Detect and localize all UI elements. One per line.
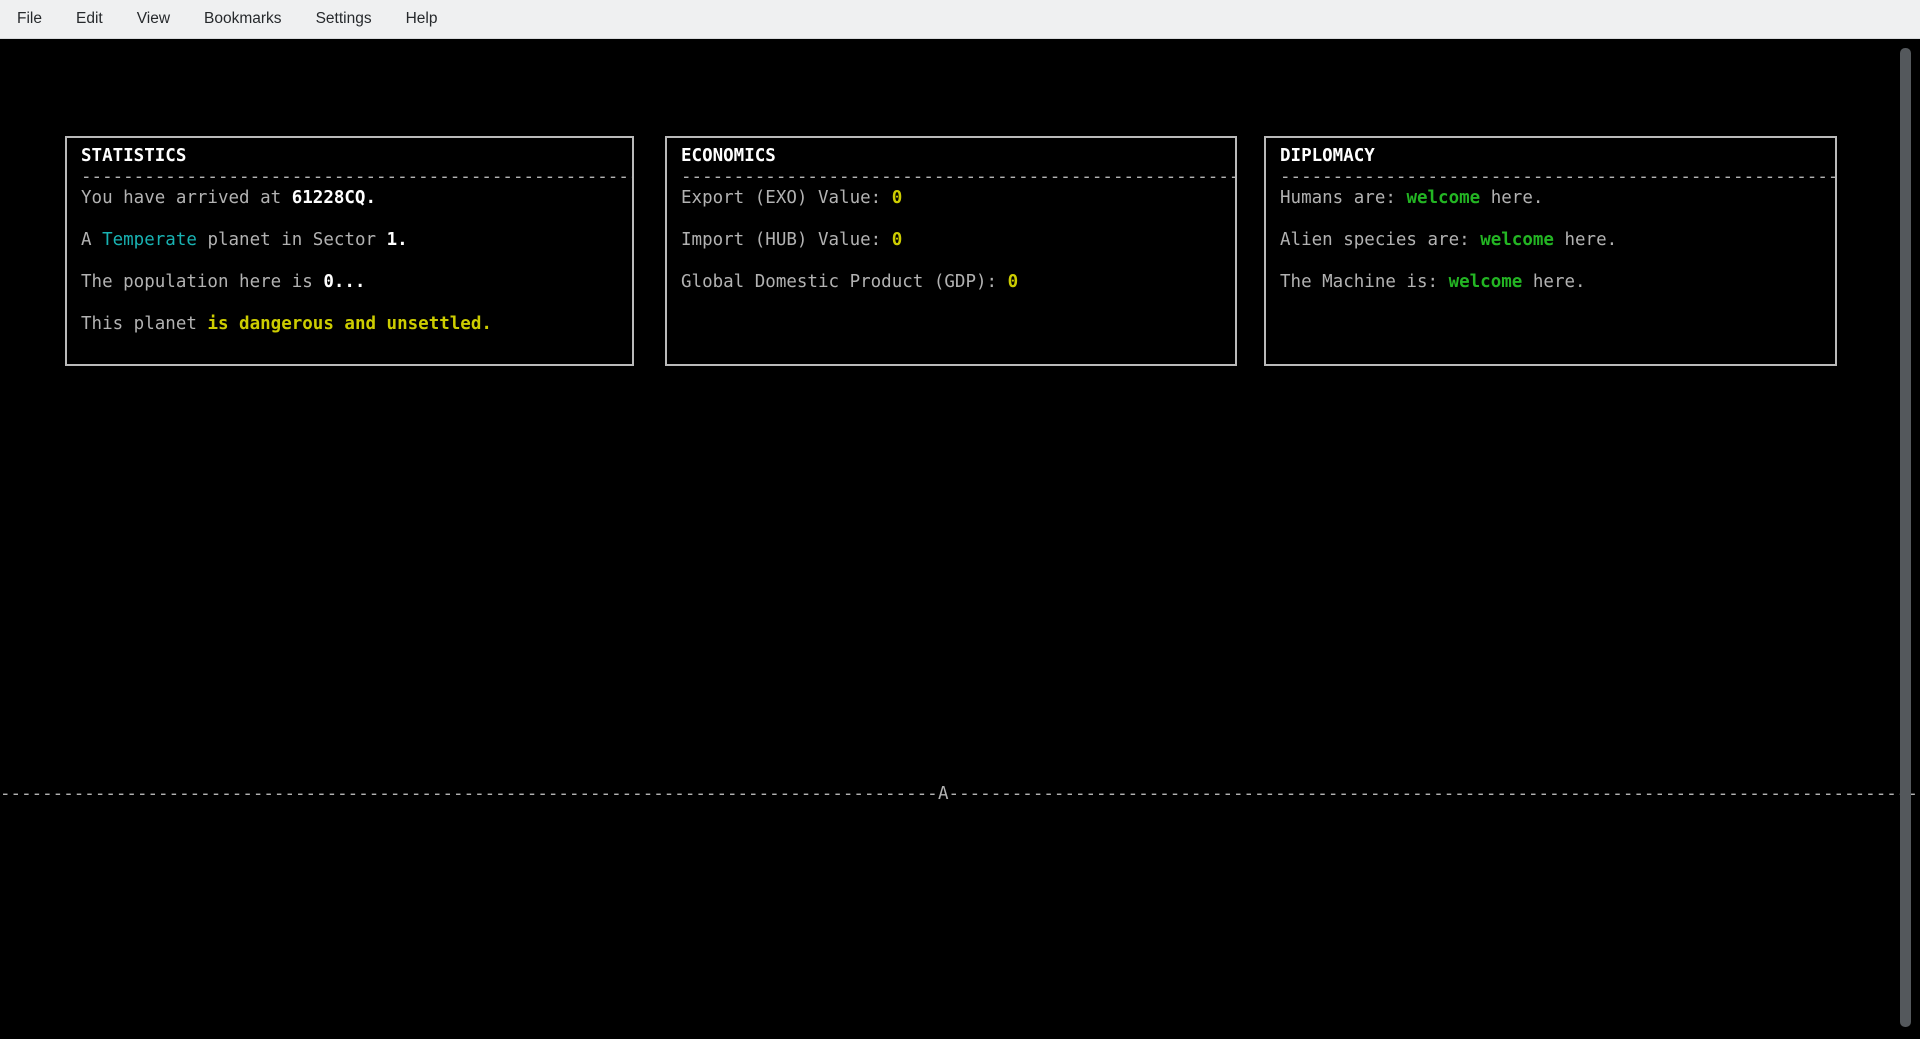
text-segment: This planet	[81, 314, 207, 334]
panel-statistics: STATISTICS------------------------------…	[65, 136, 634, 366]
panel-text-line: Export (EXO) Value: 0	[667, 188, 1235, 209]
text-segment: Temperate	[102, 230, 197, 250]
text-segment: is dangerous and unsettled.	[207, 314, 491, 334]
menu-settings[interactable]: Settings	[299, 0, 389, 38]
text-segment: The Machine is:	[1280, 272, 1449, 292]
blank-line	[67, 335, 632, 356]
menu-bar: FileEditViewBookmarksSettingsHelp	[0, 0, 1920, 39]
text-segment: welcome	[1406, 188, 1480, 208]
text-segment: Alien species are:	[1280, 230, 1480, 250]
panel-text-line: The population here is 0...	[67, 272, 632, 293]
text-segment: A	[81, 230, 102, 250]
text-segment: Humans are:	[1280, 188, 1406, 208]
blank-line	[667, 209, 1235, 230]
panel-title: DIPLOMACY	[1266, 146, 1835, 167]
player-position-marker: A	[938, 784, 949, 805]
blank-line	[1266, 251, 1835, 272]
blank-line	[667, 293, 1235, 314]
text-segment: here.	[1522, 272, 1585, 292]
text-segment: You have arrived at	[81, 188, 292, 208]
panel-text-line: Global Domestic Product (GDP): 0	[667, 272, 1235, 293]
text-segment: 0	[892, 230, 903, 250]
panel-text-line: This planet is dangerous and unsettled.	[67, 314, 632, 335]
blank-line	[67, 209, 632, 230]
text-segment: Export (EXO) Value:	[681, 188, 892, 208]
menu-view[interactable]: View	[120, 0, 187, 38]
text-segment: 1.	[387, 230, 408, 250]
panel-separator: ----------------------------------------…	[67, 167, 632, 188]
text-segment: planet in Sector	[197, 230, 387, 250]
panel-text-line: Humans are: welcome here.	[1266, 188, 1835, 209]
blank-line	[667, 251, 1235, 272]
blank-line	[1266, 209, 1835, 230]
map-divider-line: ----------------------------------------…	[0, 784, 1920, 805]
menu-help[interactable]: Help	[389, 0, 455, 38]
text-segment: 61228CQ.	[292, 188, 376, 208]
menu-edit[interactable]: Edit	[59, 0, 120, 38]
text-segment: 0...	[323, 272, 365, 292]
panel-economics: ECONOMICS-------------------------------…	[665, 136, 1237, 366]
text-segment: 0	[1008, 272, 1019, 292]
text-segment: The population here is	[81, 272, 323, 292]
divider-dashes-right: ----------------------------------------…	[949, 784, 1920, 805]
terminal-screen: STATISTICS------------------------------…	[0, 39, 1920, 1039]
panel-text-line: Alien species are: welcome here.	[1266, 230, 1835, 251]
text-segment: here.	[1480, 188, 1543, 208]
text-segment: Import (HUB) Value:	[681, 230, 892, 250]
text-segment: welcome	[1449, 272, 1523, 292]
menu-file[interactable]: File	[0, 0, 59, 38]
divider-dashes-left: ----------------------------------------…	[0, 784, 938, 805]
menu-bookmarks[interactable]: Bookmarks	[187, 0, 299, 38]
text-segment: here.	[1554, 230, 1617, 250]
text-segment: 0	[892, 188, 903, 208]
blank-line	[67, 251, 632, 272]
panel-text-line: You have arrived at 61228CQ.	[67, 188, 632, 209]
panel-separator: ----------------------------------------…	[1266, 167, 1835, 188]
konsole-window: FileEditViewBookmarksSettingsHelp STATIS…	[0, 0, 1920, 1039]
panel-text-line: Import (HUB) Value: 0	[667, 230, 1235, 251]
panel-title: STATISTICS	[67, 146, 632, 167]
panel-separator: ----------------------------------------…	[667, 167, 1235, 188]
text-segment: Global Domestic Product (GDP):	[681, 272, 1008, 292]
panel-text-line: A Temperate planet in Sector 1.	[67, 230, 632, 251]
panel-diplomacy: DIPLOMACY-------------------------------…	[1264, 136, 1837, 366]
text-segment: welcome	[1480, 230, 1554, 250]
blank-line	[67, 293, 632, 314]
panel-text-line: The Machine is: welcome here.	[1266, 272, 1835, 293]
scrollbar-thumb[interactable]	[1900, 48, 1911, 1027]
panel-title: ECONOMICS	[667, 146, 1235, 167]
blank-line	[1266, 293, 1835, 314]
